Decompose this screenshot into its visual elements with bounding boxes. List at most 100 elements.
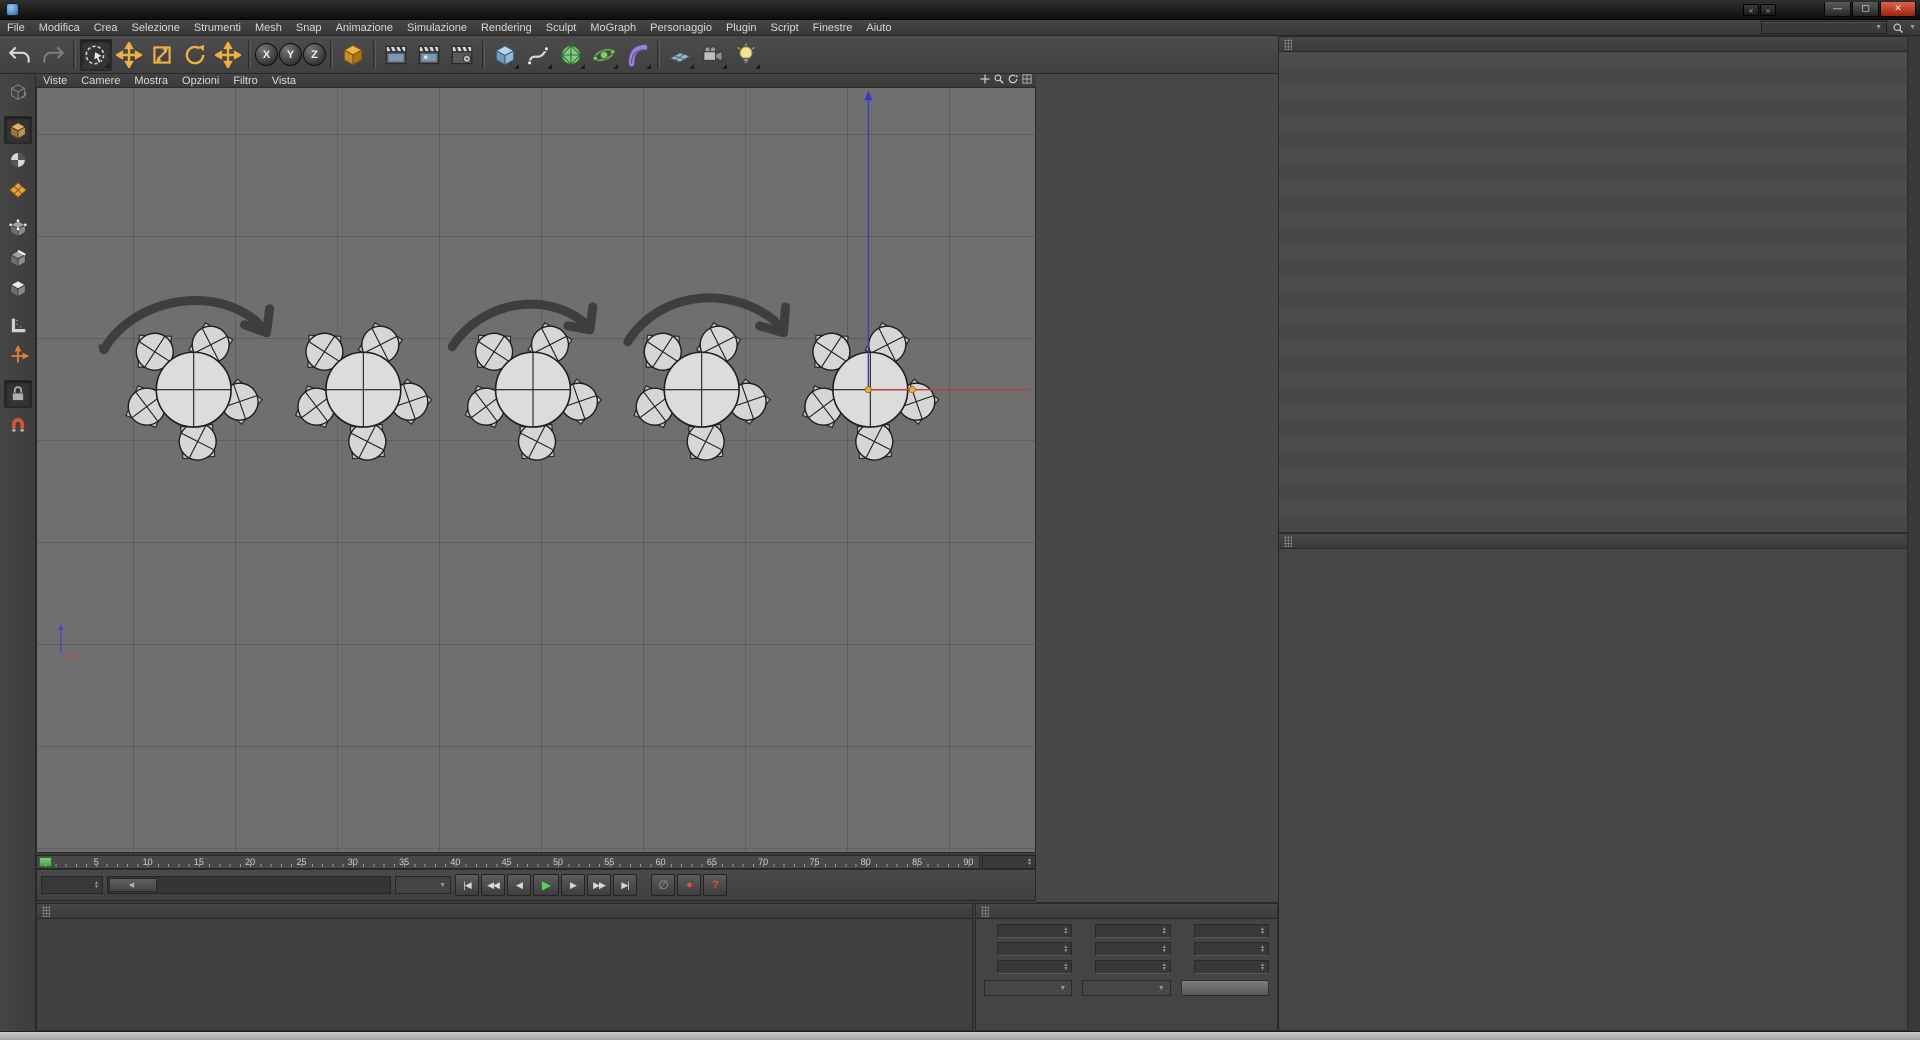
menu-finestre[interactable]: Finestre <box>806 22 860 34</box>
menu-modifica[interactable]: Modifica <box>32 22 87 34</box>
apply-button[interactable] <box>1180 980 1269 996</box>
rotate-icon[interactable] <box>179 39 211 71</box>
scale-icon[interactable] <box>146 39 178 71</box>
panel-grip-icon[interactable] <box>1284 38 1292 50</box>
viewport-menu-vista[interactable]: Vista <box>265 75 303 87</box>
table-group-4[interactable] <box>633 320 774 466</box>
record-ghost-button[interactable]: ∅ <box>651 874 675 896</box>
menu-selezione[interactable]: Selezione <box>125 22 187 34</box>
position-z-field[interactable]: ▲ ▼ <box>997 960 1073 974</box>
stepper-icon[interactable]: ▲ ▼ <box>1063 963 1068 972</box>
timeline-slider[interactable]: ◀ <box>107 876 391 894</box>
snap-icon[interactable] <box>4 410 32 438</box>
menu-snap[interactable]: Snap <box>289 22 329 34</box>
rotation-b-field[interactable]: ▲ ▼ <box>1193 960 1269 974</box>
menu-personaggio[interactable]: Personaggio <box>643 22 719 34</box>
scale-x-field[interactable]: ▲ ▼ <box>1095 924 1171 938</box>
stepper-icon[interactable]: ▲ ▼ <box>1260 945 1265 954</box>
record-button[interactable]: ● <box>677 874 701 896</box>
make-editable-icon[interactable] <box>4 78 32 106</box>
live-selection-icon[interactable] <box>80 38 112 71</box>
menu-sculpt[interactable]: Sculpt <box>539 22 584 34</box>
menu-mograph[interactable]: MoGraph <box>583 22 643 34</box>
subdivision-surface-icon[interactable] <box>555 39 587 71</box>
stepper-icon[interactable]: ▲ ▼ <box>1162 927 1167 936</box>
light-icon[interactable] <box>730 39 762 71</box>
menu-script[interactable]: Script <box>764 22 806 34</box>
close-button[interactable]: ✕ <box>1880 2 1916 17</box>
move-icon[interactable] <box>113 39 145 71</box>
menu-chevron-icon[interactable]: ▼ <box>1909 24 1916 31</box>
viewport-menu-filtro[interactable]: Filtro <box>226 75 264 87</box>
render-picture-viewer-icon[interactable] <box>413 39 445 71</box>
stepper-icon[interactable]: ▲ ▼ <box>1162 963 1167 972</box>
prev-frame-button[interactable]: ◀ <box>507 874 531 896</box>
axis-mode-icon[interactable] <box>4 342 32 370</box>
lock-axis-icon[interactable] <box>3 380 32 408</box>
table-group-3[interactable] <box>464 320 605 466</box>
menu-animazione[interactable]: Animazione <box>329 22 400 34</box>
menu-file[interactable]: File <box>0 22 32 34</box>
layout-dropdown[interactable]: ▼ <box>1761 21 1888 34</box>
uv-mode-icon[interactable] <box>4 176 32 204</box>
timeline-slider-handle[interactable]: ◀ <box>109 878 157 892</box>
coordinate-system-icon[interactable] <box>337 39 369 71</box>
rotation-p-field[interactable]: ▲ ▼ <box>1193 942 1269 956</box>
points-mode-icon[interactable] <box>4 214 32 242</box>
autokey-button[interactable]: ? <box>703 874 727 896</box>
collapse-left-icon[interactable]: « <box>1743 3 1759 16</box>
toggle-views-icon[interactable] <box>1021 73 1033 88</box>
current-frame-field[interactable]: ▲ ▼ <box>41 876 103 894</box>
titlebar-extra-control[interactable]: «» <box>1743 3 1776 16</box>
position-y-field[interactable]: ▲ ▼ <box>997 942 1073 956</box>
goto-start-button[interactable]: |◀ <box>455 874 479 896</box>
frame-field-arrows-icon[interactable]: ▲ ▼ <box>94 881 99 890</box>
stepper-icon[interactable]: ▲ ▼ <box>1063 927 1068 936</box>
render-settings-icon[interactable] <box>446 39 478 71</box>
type-dropdown[interactable]: ▼ <box>1082 980 1171 996</box>
table-group-1[interactable] <box>125 320 266 466</box>
viewport-canvas[interactable] <box>36 88 1036 853</box>
collapse-right-icon[interactable]: » <box>1760 3 1776 16</box>
bend-deformer-icon[interactable] <box>621 39 653 71</box>
stepper-icon[interactable]: ▲ ▼ <box>1260 963 1265 972</box>
mode-dropdown[interactable]: ▼ <box>984 980 1073 996</box>
menu-simulazione[interactable]: Simulazione <box>400 22 474 34</box>
minimize-button[interactable]: — <box>1824 2 1851 17</box>
panel-grip-icon[interactable] <box>981 905 989 917</box>
maximize-button[interactable]: ▢ <box>1852 2 1879 17</box>
redo-icon[interactable] <box>37 39 69 71</box>
scale-y-field[interactable]: ▲ ▼ <box>1095 942 1171 956</box>
position-x-field[interactable]: ▲ ▼ <box>997 924 1073 938</box>
scale-z-field[interactable]: ▲ ▼ <box>1095 960 1171 974</box>
model-mode-icon[interactable] <box>3 116 32 144</box>
viewport-menu-viste[interactable]: Viste <box>36 75 74 87</box>
zoom-view-icon[interactable] <box>993 73 1005 88</box>
spline-pen-icon[interactable] <box>522 39 554 71</box>
x-axis-lock-icon[interactable]: X <box>255 43 278 66</box>
floor-icon[interactable] <box>664 39 696 71</box>
prev-key-button[interactable]: ◀◀ <box>481 874 505 896</box>
last-tool-icon[interactable] <box>212 39 244 71</box>
menu-rendering[interactable]: Rendering <box>474 22 539 34</box>
texture-mode-icon[interactable] <box>4 146 32 174</box>
stepper-icon[interactable]: ▲ ▼ <box>1260 927 1265 936</box>
menu-strumenti[interactable]: Strumenti <box>187 22 248 34</box>
viewport-menu-camere[interactable]: Camere <box>74 75 127 87</box>
menu-plugin[interactable]: Plugin <box>719 22 764 34</box>
panel-grip-icon[interactable] <box>1284 535 1292 547</box>
y-axis-lock-icon[interactable]: Y <box>279 43 302 66</box>
panel-grip-icon[interactable] <box>42 905 50 917</box>
workplane-icon[interactable] <box>4 312 32 340</box>
table-group-5[interactable] <box>802 320 943 466</box>
polygons-mode-icon[interactable] <box>4 274 32 302</box>
rotation-h-field[interactable]: ▲ ▼ <box>1193 924 1269 938</box>
edges-mode-icon[interactable] <box>4 244 32 272</box>
viewport-menu-mostra[interactable]: Mostra <box>127 75 175 87</box>
undo-icon[interactable] <box>4 39 36 71</box>
menu-mesh[interactable]: Mesh <box>248 22 289 34</box>
current-frame-marker[interactable] <box>39 857 52 867</box>
ruler-track[interactable]: 5 10 15 20 25 30 35 40 45 50 55 60 65 70 75 80 85 90 <box>36 855 980 869</box>
frame-range-dropdown[interactable]: ▼ <box>395 876 451 894</box>
frame-spinner[interactable]: ▲ ▼ <box>982 855 1036 869</box>
